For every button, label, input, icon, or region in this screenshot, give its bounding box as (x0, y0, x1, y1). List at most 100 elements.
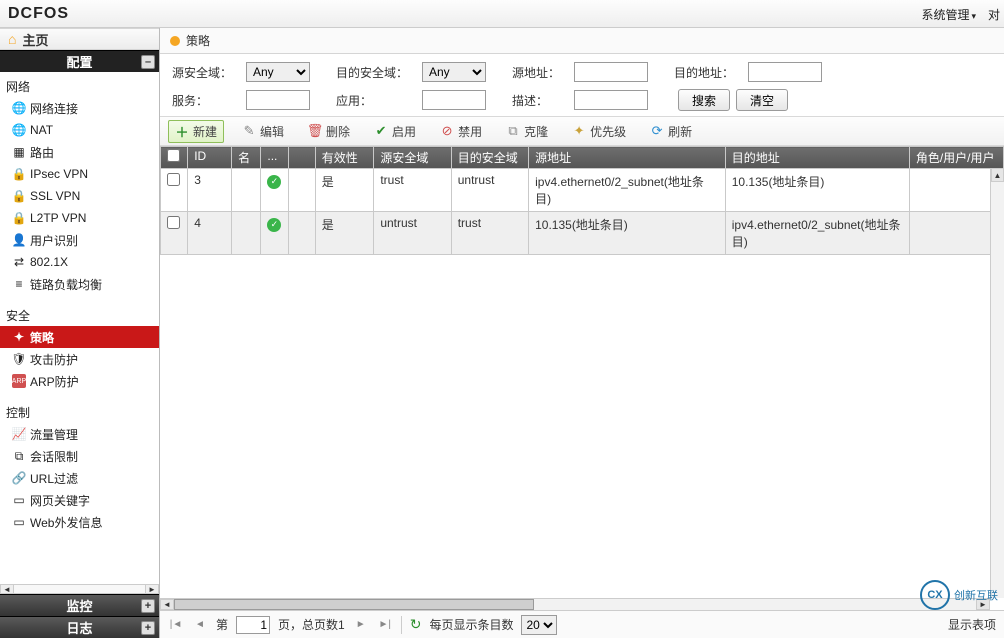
scroll-right-icon[interactable]: ► (976, 599, 990, 610)
filter-srczone-select[interactable]: Any (246, 62, 310, 82)
grid-hscroll[interactable]: ◄ ► (160, 598, 990, 610)
sidebar-item-label: URL过滤 (30, 470, 78, 487)
sidebar-item[interactable]: 🔒SSL VPN (0, 185, 159, 207)
sidebar-item[interactable]: ⧉会话限制 (0, 445, 159, 467)
scroll-left-icon[interactable]: ◄ (0, 584, 14, 594)
sidebar-section-monitor[interactable]: 监控 + (0, 594, 159, 616)
grid-vscroll[interactable]: ▲ (990, 168, 1004, 598)
per-page-select[interactable]: 20 (521, 615, 557, 635)
sidebar-item[interactable]: ▭网页关键字 (0, 489, 159, 511)
page-input[interactable] (236, 616, 270, 634)
sidebar-item-icon: 🌐 (12, 123, 26, 137)
cell-id: 4 (188, 212, 232, 255)
sidebar-item[interactable]: ⇄802.1X (0, 251, 159, 273)
col-blank (288, 147, 315, 169)
sidebar-section-log[interactable]: 日志 + (0, 616, 159, 638)
sidebar-item[interactable]: ARPARP防护 (0, 370, 159, 392)
priority-button[interactable]: ✦优先级 (566, 121, 632, 142)
filter-app-input[interactable] (422, 90, 486, 110)
delete-button[interactable]: 🗑删除 (302, 121, 356, 142)
col-saddr[interactable]: 源地址 (529, 147, 726, 169)
col-id[interactable]: ID (188, 147, 232, 169)
sidebar-item[interactable]: 📈 流量管理 (0, 423, 159, 445)
cell-id: 3 (188, 169, 232, 212)
sys-admin-menu[interactable]: 系统管理 (921, 6, 976, 23)
cell-name (232, 212, 261, 255)
col-valid[interactable]: 有效性 (315, 147, 374, 169)
sidebar-item-label: 流量管理 (30, 426, 78, 443)
hscroll-thumb[interactable] (174, 599, 534, 610)
sidebar-item-label: 网页关键字 (30, 492, 90, 509)
collapse-icon[interactable]: – (141, 55, 155, 69)
filter-service-input[interactable] (246, 90, 310, 110)
col-daddr[interactable]: 目的地址 (725, 147, 909, 169)
sidebar-item[interactable]: ✦策略 (0, 326, 159, 348)
select-all-checkbox[interactable] (167, 149, 180, 162)
disable-button[interactable]: ⊘禁用 (434, 121, 488, 142)
sidebar-home[interactable]: ⌂ 主页 (0, 28, 159, 50)
cell-srczone: untrust (374, 212, 451, 255)
sidebar-item-icon: 📈 (12, 427, 26, 441)
cell-saddr: 10.135(地址条目) (529, 212, 726, 255)
col-name[interactable]: 名 (232, 147, 261, 169)
col-srczone[interactable]: 源安全域 (374, 147, 451, 169)
crumb-label: 策略 (186, 32, 210, 49)
cell-name (232, 169, 261, 212)
sidebar-item[interactable]: 🌐网络连接 (0, 97, 159, 119)
clone-button[interactable]: ⧉克隆 (500, 121, 554, 142)
pager: |◄ ◄ 第 页，总页数1 ► ►| ↻ 每页显示条目数 20 显示表项 (160, 610, 1004, 638)
new-button[interactable]: ＋新建 (168, 120, 224, 143)
col-role[interactable]: 角色/用户/用户 (909, 147, 1003, 169)
sidebar-item[interactable]: 🔒IPsec VPN (0, 163, 159, 185)
col-dstzone[interactable]: 目的安全域 (451, 147, 528, 169)
trash-icon: 🗑 (308, 124, 322, 138)
filter-dstzone-select[interactable]: Any (422, 62, 486, 82)
sidebar-item[interactable]: 🔗URL过滤 (0, 467, 159, 489)
ban-icon: ⊘ (440, 124, 454, 138)
sidebar: ⌂ 主页 配置 – 网络🌐网络连接🌐NAT▦路由🔒IPsec VPN🔒SSL V… (0, 28, 160, 638)
sidebar-hscroll[interactable]: ◄ ► (0, 584, 159, 594)
refresh-button[interactable]: ⟳刷新 (644, 121, 698, 142)
enable-button[interactable]: ✔启用 (368, 121, 422, 142)
row-checkbox[interactable] (167, 173, 180, 186)
sidebar-item-icon: 🔒 (12, 167, 26, 181)
clear-button[interactable]: 清空 (736, 89, 788, 111)
sidebar-item[interactable]: ≡链路负载均衡 (0, 273, 159, 295)
col-checkbox[interactable] (161, 147, 188, 169)
sidebar-item-icon: ⇄ (12, 255, 26, 269)
object-menu-cut[interactable]: 对 (988, 6, 1000, 23)
edit-button[interactable]: ✎编辑 (236, 121, 290, 142)
filter-dstzone-label: 目的安全域： (332, 64, 416, 81)
filter-dstaddr-input[interactable] (748, 62, 822, 82)
row-checkbox[interactable] (167, 216, 180, 229)
filter-srcaddr-input[interactable] (574, 62, 648, 82)
sidebar-item[interactable]: 👤用户识别 (0, 229, 159, 251)
last-page-button[interactable]: ►| (377, 617, 393, 633)
next-page-button[interactable]: ► (353, 617, 369, 633)
top-bar: DCFOS 系统管理 对 (0, 0, 1004, 28)
filter-bar: 源安全域： Any 目的安全域： Any 源地址： 目的地址： 服务： 应用： … (160, 54, 1004, 116)
col-more[interactable]: ... (261, 147, 288, 169)
sidebar-item-icon: 🛡 (12, 352, 26, 366)
expand-icon[interactable]: + (141, 621, 155, 635)
sidebar-item-label: 路由 (30, 144, 54, 161)
search-button[interactable]: 搜索 (678, 89, 730, 111)
sidebar-item[interactable]: 🛡攻击防护 (0, 348, 159, 370)
table-row[interactable]: 3✓是trustuntrustipv4.ethernet0/2_subnet(地… (161, 169, 1004, 212)
sidebar-item[interactable]: 🔒L2TP VPN (0, 207, 159, 229)
table-row[interactable]: 4✓是untrusttrust10.135(地址条目)ipv4.ethernet… (161, 212, 1004, 255)
scroll-left-icon[interactable]: ◄ (160, 599, 174, 610)
sidebar-item[interactable]: ▦路由 (0, 141, 159, 163)
cell-srczone: trust (374, 169, 451, 212)
cell-daddr: ipv4.ethernet0/2_subnet(地址条目) (725, 212, 909, 255)
sidebar-item[interactable]: 🌐NAT (0, 119, 159, 141)
expand-icon[interactable]: + (141, 599, 155, 613)
sidebar-item[interactable]: ▭Web外发信息 (0, 511, 159, 533)
scroll-right-icon[interactable]: ► (145, 584, 159, 594)
scroll-up-icon[interactable]: ▲ (991, 168, 1004, 182)
sidebar-section-config[interactable]: 配置 – (0, 50, 159, 72)
first-page-button[interactable]: |◄ (168, 617, 184, 633)
prev-page-button[interactable]: ◄ (192, 617, 208, 633)
reload-icon[interactable]: ↻ (410, 616, 422, 633)
filter-desc-input[interactable] (574, 90, 648, 110)
